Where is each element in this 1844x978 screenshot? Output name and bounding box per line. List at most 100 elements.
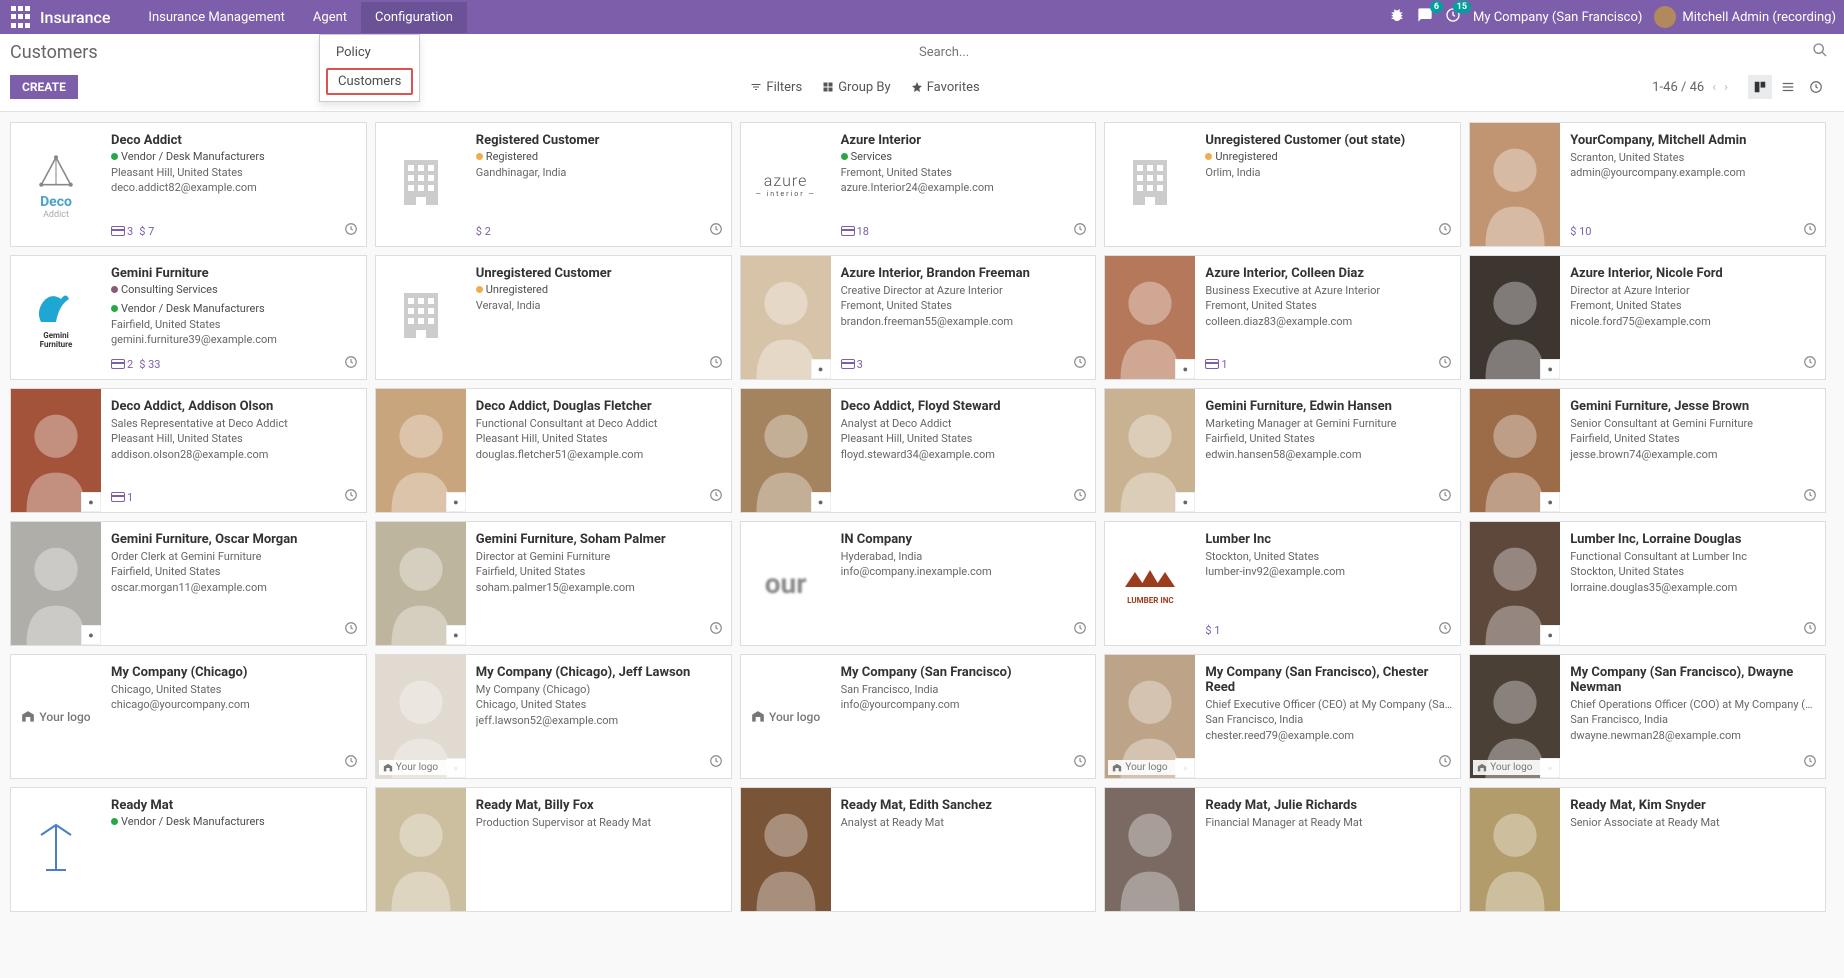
favorites-button[interactable]: Favorites (911, 80, 980, 95)
dropdown-policy[interactable]: Policy (320, 39, 419, 66)
card-payment-icon: 2 (111, 358, 133, 371)
top-navbar: Insurance Insurance Management Agent Con… (0, 0, 1844, 34)
card-title: My Company (San Francisco), Chester Reed (1205, 665, 1452, 695)
customer-card[interactable]: azure— interior —Azure InteriorServicesF… (740, 122, 1097, 247)
activity-clock-icon[interactable] (709, 488, 723, 506)
activity-clock-icon[interactable] (344, 621, 358, 639)
customer-card[interactable]: Your logoMy Company (Chicago)Chicago, Un… (10, 654, 367, 779)
customer-card[interactable]: ●Deco Addict, Douglas FletcherFunctional… (375, 388, 732, 513)
activity-clock-icon[interactable] (709, 754, 723, 772)
customer-card[interactable]: Ready Mat, Edith SanchezAnalyst at Ready… (740, 787, 1097, 912)
apps-icon[interactable] (8, 5, 32, 29)
nav-configuration[interactable]: Configuration (361, 2, 467, 33)
discuss-icon[interactable]: 6 (1417, 7, 1433, 27)
activity-clock-icon[interactable] (344, 754, 358, 772)
view-activity-icon[interactable] (1804, 75, 1828, 99)
activity-clock-icon[interactable] (709, 222, 723, 240)
user-name: Mitchell Admin (recording) (1682, 10, 1836, 25)
pager-next-icon[interactable]: › (1724, 80, 1728, 95)
activity-clock-icon[interactable] (709, 355, 723, 373)
search-input[interactable] (919, 45, 1812, 60)
activity-clock-icon[interactable] (1803, 222, 1817, 240)
activity-clock-icon[interactable] (1073, 222, 1087, 240)
create-button[interactable]: CREATE (10, 75, 78, 99)
pager-prev-icon[interactable]: ‹ (1712, 80, 1716, 95)
card-line: Hyderabad, India (841, 549, 1088, 564)
customer-card[interactable]: ●Gemini Furniture, Edwin HansenMarketing… (1104, 388, 1461, 513)
nav-insurance-management[interactable]: Insurance Management (134, 2, 299, 33)
customer-card[interactable]: GeminiFurnitureGemini FurnitureConsultin… (10, 255, 367, 380)
pager-text: 1-46 / 46 (1652, 80, 1704, 95)
card-line: Fremont, United States (1205, 298, 1452, 313)
customer-card[interactable]: ●Deco Addict, Floyd StewardAnalyst at De… (740, 388, 1097, 513)
card-line: Business Executive at Azure Interior (1205, 283, 1452, 298)
activity-clock-icon[interactable] (1803, 355, 1817, 373)
brand-title[interactable]: Insurance (40, 8, 110, 27)
customer-card[interactable]: Your logoMy Company (San Francisco)San F… (740, 654, 1097, 779)
card-line: lumber-inv92@example.com (1205, 564, 1452, 579)
groupby-button[interactable]: Group By (822, 80, 891, 95)
customer-card[interactable]: ●Gemini Furniture, Oscar MorganOrder Cle… (10, 521, 367, 646)
card-avatar (1105, 788, 1195, 911)
activity-clock-icon[interactable] (1438, 488, 1452, 506)
activity-clock-icon[interactable] (1073, 488, 1087, 506)
card-line: lorraine.douglas35@example.com (1570, 580, 1817, 595)
activity-clock-icon[interactable] (1073, 621, 1087, 639)
customer-card[interactable]: ●Your logoMy Company (San Francisco), Ch… (1104, 654, 1461, 779)
activity-clock-icon[interactable] (1803, 488, 1817, 506)
card-avatar: ● (741, 256, 831, 379)
view-list-icon[interactable] (1776, 75, 1800, 99)
activity-clock-icon[interactable] (344, 488, 358, 506)
activity-clock-icon[interactable] (344, 355, 358, 373)
customer-card[interactable]: Unregistered Customer (out state)Unregis… (1104, 122, 1461, 247)
customer-card[interactable]: Unregistered CustomerUnregisteredVeraval… (375, 255, 732, 380)
card-line: Analyst at Ready Mat (841, 815, 1088, 830)
card-title: Gemini Furniture, Soham Palmer (476, 532, 723, 547)
customer-card[interactable]: Registered CustomerRegisteredGandhinagar… (375, 122, 732, 247)
customer-card[interactable]: LUMBER INCLumber IncStockton, United Sta… (1104, 521, 1461, 646)
customer-card[interactable]: Ready Mat, Julie RichardsFinancial Manag… (1104, 787, 1461, 912)
activity-clock-icon[interactable] (1438, 222, 1452, 240)
card-line: floyd.steward34@example.com (841, 447, 1088, 462)
customer-card[interactable]: ourIN CompanyHyderabad, Indiainfo@compan… (740, 521, 1097, 646)
card-payment-icon: 1 (1205, 358, 1227, 371)
filters-button[interactable]: Filters (750, 80, 802, 95)
activity-clock-icon[interactable] (1073, 355, 1087, 373)
activity-clock-icon[interactable] (709, 621, 723, 639)
customer-card[interactable]: Ready Mat, Kim SnyderSenior Associate at… (1469, 787, 1826, 912)
card-line: Chicago, United States (476, 697, 723, 712)
customer-card[interactable]: ●Azure Interior, Nicole FordDirector at … (1469, 255, 1826, 380)
dropdown-customers[interactable]: Customers (326, 68, 413, 95)
customer-card[interactable]: ●Your logoMy Company (San Francisco), Dw… (1469, 654, 1826, 779)
card-line: San Francisco, India (1205, 712, 1452, 727)
view-kanban-icon[interactable] (1748, 75, 1772, 99)
activity-clock-icon[interactable] (1438, 355, 1452, 373)
customer-card[interactable]: ●Azure Interior, Colleen DiazBusiness Ex… (1104, 255, 1461, 380)
company-switcher[interactable]: My Company (San Francisco) (1473, 10, 1642, 25)
nav-agent[interactable]: Agent (299, 2, 361, 33)
customer-card[interactable]: ●Azure Interior, Brandon FreemanCreative… (740, 255, 1097, 380)
customer-card[interactable]: Ready MatVendor / Desk Manufacturers (10, 787, 367, 912)
bug-icon[interactable] (1389, 7, 1405, 27)
customer-card[interactable]: YourCompany, Mitchell AdminScranton, Uni… (1469, 122, 1826, 247)
customer-card[interactable]: ●Lumber Inc, Lorraine DouglasFunctional … (1469, 521, 1826, 646)
customer-card[interactable]: ●Gemini Furniture, Soham PalmerDirector … (375, 521, 732, 646)
customer-card[interactable]: ●Gemini Furniture, Jesse BrownSenior Con… (1469, 388, 1826, 513)
customer-card[interactable]: DecoAddictDeco AddictVendor / Desk Manuf… (10, 122, 367, 247)
customer-card[interactable]: ●Your logoMy Company (Chicago), Jeff Law… (375, 654, 732, 779)
customer-card[interactable]: ●Deco Addict, Addison OlsonSales Represe… (10, 388, 367, 513)
activity-clock-icon[interactable] (1438, 754, 1452, 772)
activity-icon[interactable]: 15 (1445, 7, 1461, 27)
activity-clock-icon[interactable] (1803, 621, 1817, 639)
user-menu[interactable]: Mitchell Admin (recording) (1654, 6, 1836, 28)
card-line: Orlim, India (1205, 165, 1452, 180)
search-icon[interactable] (1812, 42, 1828, 62)
activity-clock-icon[interactable] (1073, 754, 1087, 772)
activity-clock-icon[interactable] (1803, 754, 1817, 772)
customer-card[interactable]: Ready Mat, Billy FoxProduction Superviso… (375, 787, 732, 912)
user-avatar-icon (1654, 6, 1676, 28)
activity-clock-icon[interactable] (344, 222, 358, 240)
card-avatar: LUMBER INC (1105, 522, 1195, 645)
activity-clock-icon[interactable] (1438, 621, 1452, 639)
card-title: Registered Customer (476, 133, 723, 148)
